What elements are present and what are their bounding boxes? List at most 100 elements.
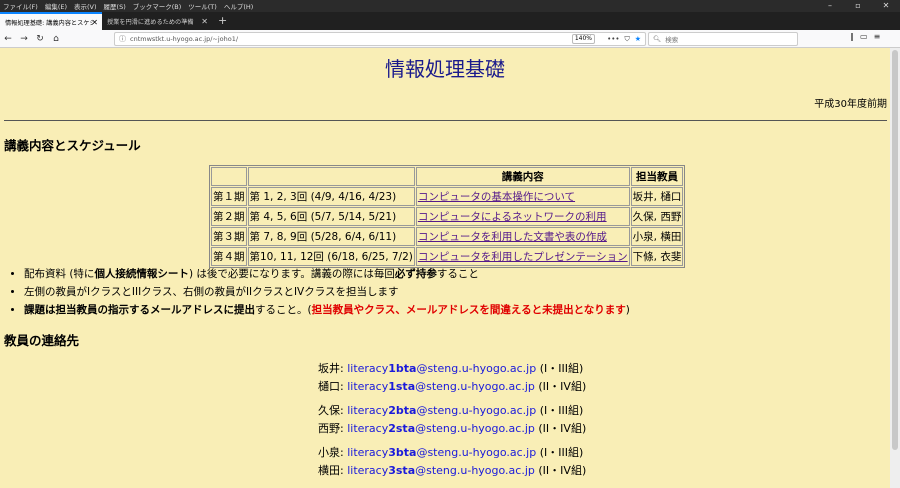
reload-icon[interactable]: ↻ <box>32 34 48 44</box>
period-cell: 第３期 <box>211 227 247 246</box>
email-link[interactable]: literacy1bta@steng.u-hyogo.ac.jp <box>347 362 536 375</box>
sessions-cell: 第 7, 8, 9回 (5/28, 6/4, 6/11) <box>247 227 415 246</box>
tab-title: 情報処理基礎: 講義内容とスケジュール <box>5 19 93 27</box>
notes-list: 配布資料 (特に個人接続情報シート) は後で必要になります。講義の際には毎回必ず… <box>8 266 630 320</box>
period-cell: 第２期 <box>211 207 247 226</box>
menu-file[interactable]: ファイル(F) <box>3 1 38 11</box>
topic-link[interactable]: コンピュータを利用したプレゼンテーション <box>418 251 628 263</box>
hamburger-menu-icon[interactable]: ≡ <box>874 32 881 41</box>
search-icon: 🔍︎ <box>653 35 662 43</box>
library-icon[interactable]: ‖ <box>850 32 854 41</box>
email-link[interactable]: literacy3sta@steng.u-hyogo.ac.jp <box>347 464 535 477</box>
scrollbar[interactable] <box>890 48 900 488</box>
back-icon[interactable]: ← <box>0 34 16 44</box>
schedule-heading: 講義内容とスケジュール <box>4 138 141 153</box>
forward-icon[interactable]: → <box>16 34 32 44</box>
tab-title: 授業を円滑に進めるための準備 <box>107 18 194 26</box>
teacher-name: 横田: <box>318 464 344 477</box>
topic-cell: コンピュータの基本操作について <box>415 187 630 206</box>
teacher-name: 西野: <box>318 422 344 435</box>
pocket-icon[interactable]: ⛉ <box>624 35 629 44</box>
divider <box>4 120 887 121</box>
contacts-list: 坂井: literacy1bta@steng.u-hyogo.ac.jp (I・… <box>318 360 586 480</box>
minimize-icon[interactable]: – <box>816 0 844 12</box>
list-item: 課題は担当教員の指示するメールアドレスに提出すること。(担当教員やクラス、メール… <box>24 302 630 317</box>
topic-link[interactable]: コンピュータによるネットワークの利用 <box>418 211 607 223</box>
email-link[interactable]: literacy3bta@steng.u-hyogo.ac.jp <box>347 446 536 459</box>
note-emphasis: 課題は担当教員の指示するメールアドレスに提出 <box>24 304 255 316</box>
table-header: 担当教員 <box>630 167 684 186</box>
page-content: 情報処理基礎 平成30年度前期 講義内容とスケジュール 講義内容 担当教員 第１… <box>0 48 890 488</box>
contact-row: 西野: literacy2sta@steng.u-hyogo.ac.jp (II… <box>318 420 586 438</box>
email-link[interactable]: literacy2bta@steng.u-hyogo.ac.jp <box>347 404 536 417</box>
zoom-level[interactable]: 140% <box>571 34 595 44</box>
contact-row: 久保: literacy2bta@steng.u-hyogo.ac.jp (I・… <box>318 402 586 420</box>
new-tab-icon[interactable]: + <box>212 12 233 30</box>
contact-row: 横田: literacy3sta@steng.u-hyogo.ac.jp (II… <box>318 462 586 480</box>
teachers-cell: 小泉, 横田 <box>630 227 684 246</box>
list-item: 左側の教員がIクラスとIIIクラス、右側の教員がIIクラスとIVクラスを担当しま… <box>24 284 630 299</box>
menu-help[interactable]: ヘルプ(H) <box>224 1 253 11</box>
note-text: ) は後で必要になります。講義の際には毎回 <box>188 268 395 280</box>
email-link[interactable]: literacy1sta@steng.u-hyogo.ac.jp <box>347 380 535 393</box>
term-label: 平成30年度前期 <box>814 99 887 110</box>
table-header <box>247 167 415 186</box>
menu-history[interactable]: 履歴(S) <box>104 1 126 11</box>
search-placeholder: 検索 <box>665 36 679 44</box>
tab-active[interactable]: 情報処理基礎: 講義内容とスケジュール ✕ <box>0 12 102 30</box>
list-item: 配布資料 (特に個人接続情報シート) は後で必要になります。講義の際には毎回必ず… <box>24 266 630 281</box>
teachers-cell: 下條, 衣斐 <box>630 247 684 266</box>
contact-row: 樋口: literacy1sta@steng.u-hyogo.ac.jp (II… <box>318 378 586 396</box>
topic-link[interactable]: コンピュータの基本操作について <box>418 191 575 203</box>
close-tab-icon[interactable]: ✕ <box>201 17 208 26</box>
nav-bar: ← → ↻ ⌂ ⓘ cntmwstkt.u-hyogo.ac.jp/~joho1… <box>0 30 900 48</box>
table-header <box>211 167 247 186</box>
page-actions-icon[interactable]: ••• <box>607 35 619 44</box>
period-cell: 第４期 <box>211 247 247 266</box>
table-header: 講義内容 <box>415 167 630 186</box>
note-text: 左側の教員がIクラスとIIIクラス、右側の教員がIIクラスとIVクラスを担当しま… <box>24 286 399 298</box>
class-label: (I・III組) <box>539 446 584 459</box>
sidebar-icon[interactable]: ▭ <box>860 32 868 41</box>
class-label: (II・IV組) <box>538 422 587 435</box>
close-tab-icon[interactable]: ✕ <box>91 18 98 27</box>
menu-bar: ファイル(F) 編集(E) 表示(V) 履歴(S) ブックマーク(B) ツール(… <box>0 0 900 12</box>
teachers-cell: 久保, 西野 <box>630 207 684 226</box>
teacher-name: 樋口: <box>318 380 344 393</box>
close-window-icon[interactable]: ✕ <box>872 0 900 12</box>
note-emphasis: 個人接続情報シート <box>94 268 189 280</box>
menu-bookmarks[interactable]: ブックマーク(B) <box>133 1 182 11</box>
period-cell: 第１期 <box>211 187 247 206</box>
contacts-heading: 教員の連絡先 <box>4 333 80 348</box>
teacher-name: 坂井: <box>318 362 344 375</box>
contact-row: 小泉: literacy3bta@steng.u-hyogo.ac.jp (I・… <box>318 444 586 462</box>
menu-tools[interactable]: ツール(T) <box>188 1 217 11</box>
note-text: ) <box>625 304 630 316</box>
table-row: 第４期 第10, 11, 12回 (6/18, 6/25, 7/2) コンピュー… <box>211 247 684 266</box>
note-emphasis: 必ず持参 <box>394 268 437 280</box>
teacher-name: 久保: <box>318 404 344 417</box>
bookmark-star-icon[interactable]: ★ <box>635 35 641 44</box>
class-label: (I・III組) <box>539 404 584 417</box>
url-text[interactable]: cntmwstkt.u-hyogo.ac.jp/~joho1/ <box>130 35 238 43</box>
email-link[interactable]: literacy2sta@steng.u-hyogo.ac.jp <box>347 422 535 435</box>
info-icon[interactable]: ⓘ <box>115 34 130 44</box>
contact-row: 坂井: literacy1bta@steng.u-hyogo.ac.jp (I・… <box>318 360 586 378</box>
topic-cell: コンピュータによるネットワークの利用 <box>415 207 630 226</box>
page-title: 情報処理基礎 <box>385 57 505 81</box>
note-warning: 担当教員やクラス、メールアドレスを間違えると未提出となります <box>311 304 626 316</box>
maximize-icon[interactable]: ▫ <box>844 0 872 12</box>
table-header-row: 講義内容 担当教員 <box>211 167 684 186</box>
scrollbar-thumb[interactable] <box>892 50 898 450</box>
class-label: (II・IV組) <box>538 380 587 393</box>
home-icon[interactable]: ⌂ <box>48 34 64 44</box>
tab-inactive[interactable]: 授業を円滑に進めるための準備 ✕ <box>102 12 212 30</box>
teachers-cell: 坂井, 樋口 <box>630 187 684 206</box>
table-row: 第１期 第 1, 2, 3回 (4/9, 4/16, 4/23) コンピュータの… <box>211 187 684 206</box>
search-input[interactable]: 🔍︎ 検索 <box>648 32 798 46</box>
menu-edit[interactable]: 編集(E) <box>45 1 67 11</box>
sessions-cell: 第 1, 2, 3回 (4/9, 4/16, 4/23) <box>247 187 415 206</box>
url-bar[interactable]: ⓘ cntmwstkt.u-hyogo.ac.jp/~joho1/ 140% •… <box>114 32 646 46</box>
topic-link[interactable]: コンピュータを利用した文書や表の作成 <box>418 231 607 243</box>
menu-view[interactable]: 表示(V) <box>74 1 97 11</box>
